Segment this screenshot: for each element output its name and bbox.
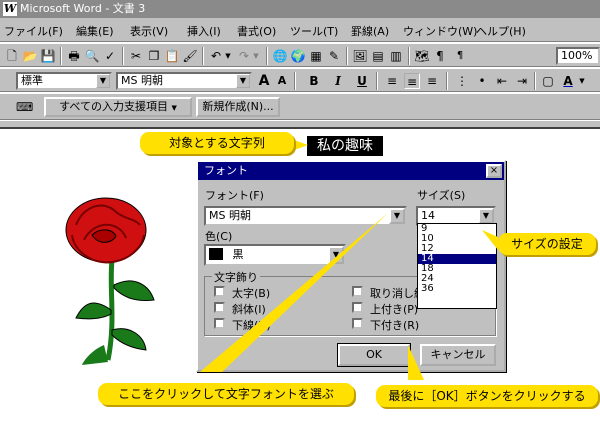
callout-ok-click: 最後に［OK］ボタンをクリックする bbox=[376, 385, 598, 407]
callout-font-select: ここをクリックして文字フォントを選ぶ bbox=[98, 383, 354, 405]
callout-target-text: 対象とする文字列 bbox=[140, 132, 294, 154]
callout-pointers bbox=[200, 140, 498, 380]
callout-size-setting: サイズの設定 bbox=[498, 233, 596, 255]
